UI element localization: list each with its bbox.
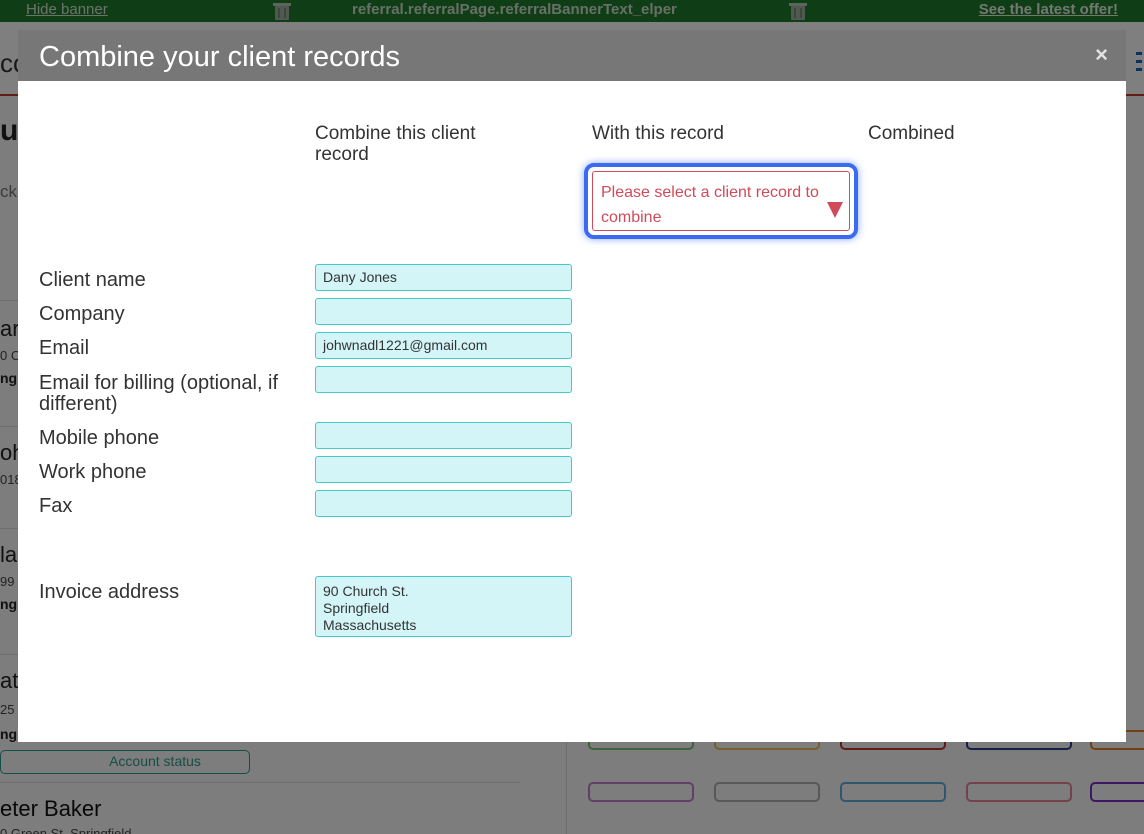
mobile-phone-field[interactable]: [315, 422, 572, 449]
close-icon[interactable]: ×: [1095, 44, 1108, 66]
source-column-heading: Combine this client record: [315, 123, 476, 165]
invoice-address-field[interactable]: 90 Church St. Springfield Massachusetts: [315, 576, 572, 637]
client-name-field[interactable]: Dany Jones: [315, 264, 572, 291]
company-field[interactable]: [315, 298, 572, 325]
target-record-select[interactable]: Please select a client record to combine: [592, 171, 850, 231]
fax-label: Fax: [39, 495, 73, 517]
billing-email-label: Email for billing (optional, if differen…: [39, 372, 278, 415]
address-line: Massachusetts: [323, 617, 417, 633]
address-line: Springfield: [323, 600, 390, 616]
billing-email-field[interactable]: [315, 366, 572, 393]
email-label: Email: [39, 337, 90, 359]
fax-field[interactable]: [315, 490, 572, 517]
target-record-select-focus: Please select a client record to combine: [584, 163, 858, 239]
target-column-heading: With this record: [592, 123, 724, 144]
dialog-header: Combine your client records ×: [18, 30, 1126, 81]
dropdown-arrow-icon: [827, 202, 843, 218]
work-phone-field[interactable]: [315, 456, 572, 483]
mobile-phone-label: Mobile phone: [39, 427, 160, 449]
combine-records-dialog: Combine your client records × Combine th…: [18, 30, 1126, 742]
company-label: Company: [39, 303, 125, 325]
client-name-label: Client name: [39, 269, 146, 291]
select-placeholder: Please select a client record to combine: [601, 184, 819, 226]
combined-column-heading: Combined: [868, 123, 955, 144]
invoice-address-label: Invoice address: [39, 581, 180, 603]
address-line: 90 Church St.: [323, 583, 409, 599]
work-phone-label: Work phone: [39, 461, 147, 483]
dialog-title: Combine your client records: [39, 41, 401, 73]
email-field[interactable]: johwnadl1221@gmail.com: [315, 332, 572, 359]
